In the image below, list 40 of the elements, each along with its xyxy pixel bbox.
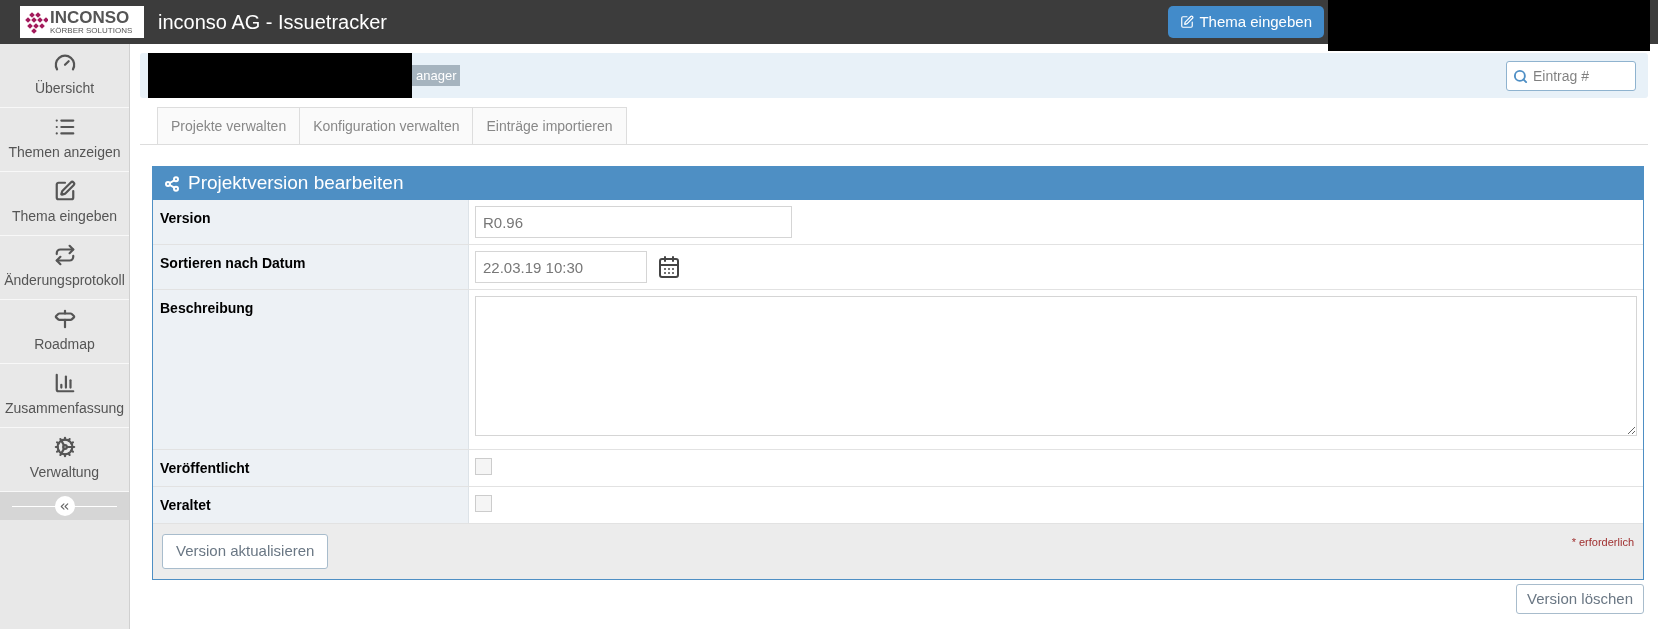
app-title: inconso AG - Issuetracker <box>158 10 387 35</box>
sidebar-item[interactable]: Änderungsprotokoll <box>0 236 129 300</box>
new-issue-button[interactable]: Thema eingeben <box>1168 6 1324 38</box>
list-icon <box>53 116 76 138</box>
field-label: Veraltet <box>160 497 211 513</box>
required-note: * erforderlich <box>1571 535 1634 550</box>
edit-icon <box>53 180 76 202</box>
logo-wordmark: INCONSO <box>50 9 131 26</box>
sidebar-item[interactable]: Roadmap <box>0 300 129 364</box>
date-input[interactable]: 22.03.19 10:30 <box>475 251 647 283</box>
sidebar-item[interactable]: Übersicht <box>0 44 129 108</box>
search-field[interactable]: Eintrag # <box>1506 60 1636 91</box>
tab[interactable]: Einträge importieren <box>472 107 627 144</box>
share-icon <box>164 175 180 192</box>
sidebar-item[interactable]: Themen anzeigen <box>0 108 129 172</box>
delete-version-button[interactable]: Version löschen <box>1516 584 1644 614</box>
tab[interactable]: Projekte verwalten <box>157 107 301 144</box>
gear-icon <box>53 436 76 458</box>
sidebar-item[interactable]: Zusammenfassung <box>0 364 129 428</box>
bar-chart-icon <box>53 372 76 394</box>
panel-title: Projektversion bearbeiten <box>188 171 404 196</box>
signpost-icon <box>53 308 76 330</box>
field-label: Sortieren nach Datum <box>160 255 306 271</box>
logo-tagline: KÖRBER SOLUTIONS <box>50 26 133 35</box>
field-label: Veröffentlicht <box>160 460 250 476</box>
sidebar-item[interactable]: Thema eingeben <box>0 172 129 236</box>
text-input[interactable]: R0.96 <box>475 206 792 238</box>
tab[interactable]: Konfiguration verwalten <box>299 107 474 144</box>
edit-icon <box>1180 15 1195 29</box>
collapse-button[interactable] <box>54 496 75 516</box>
search-icon <box>1513 68 1528 84</box>
update-version-button[interactable]: Version aktualisieren <box>162 534 329 569</box>
role-badge: anager <box>412 64 461 87</box>
calendar-icon[interactable] <box>657 255 681 279</box>
checkbox[interactable] <box>475 458 492 475</box>
repeat-arrows-icon <box>53 244 76 266</box>
checkbox[interactable] <box>475 495 492 512</box>
description-textarea[interactable] <box>475 296 1637 436</box>
field-label: Beschreibung <box>160 300 254 316</box>
field-label: Version <box>160 210 211 226</box>
